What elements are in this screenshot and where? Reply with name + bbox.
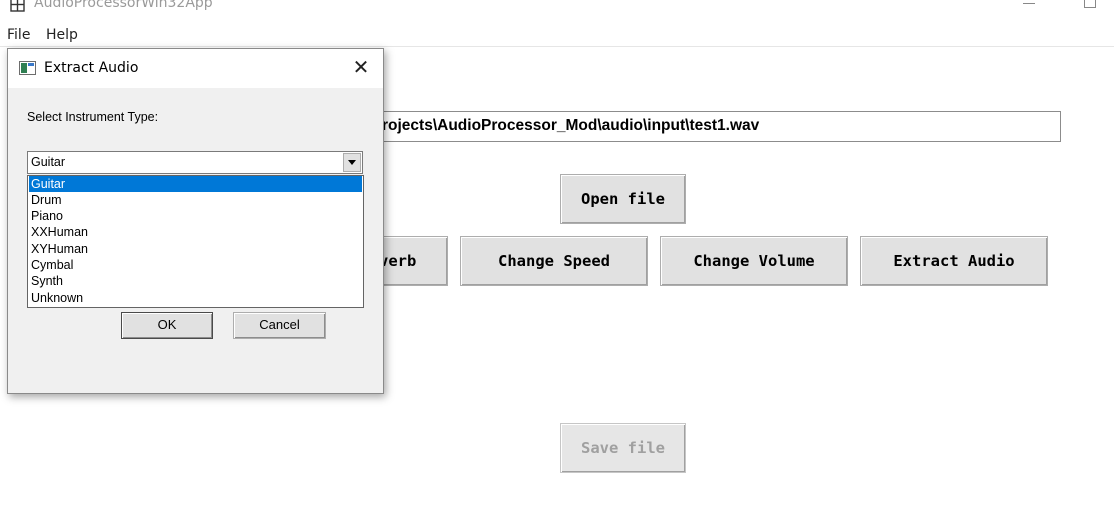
open-file-label: Open file [581,190,665,208]
change-volume-label: Change Volume [693,252,815,270]
ok-button[interactable]: OK [121,312,213,339]
extract-audio-dialog: Extract Audio ✕ Select Instrument Type: … [7,48,384,394]
dialog-title: Extract Audio [44,60,139,76]
change-volume-button[interactable]: Change Volume [660,236,848,286]
instrument-type-combobox[interactable]: Guitar [27,151,363,174]
dropdown-option-xxhuman[interactable]: XXHuman [29,224,362,240]
chevron-down-icon[interactable] [343,153,361,172]
dropdown-option-piano[interactable]: Piano [29,208,362,224]
menu-file[interactable]: File [7,27,30,43]
grid-app-icon [10,0,25,12]
change-speed-button[interactable]: Change Speed [460,236,648,286]
open-file-button[interactable]: Open file [560,174,686,224]
main-titlebar: AudioProcessorWin32App [0,0,1114,22]
dropdown-option-guitar[interactable]: Guitar [29,176,362,192]
dialog-window-icon [19,61,36,75]
extract-audio-label: Extract Audio [893,252,1015,270]
extract-audio-button[interactable]: Extract Audio [860,236,1048,286]
close-icon[interactable]: ✕ [352,57,370,77]
reverb-label: verb [379,252,417,270]
change-speed-label: Change Speed [498,252,610,270]
menu-help[interactable]: Help [46,27,78,43]
window-title: AudioProcessorWin32App [34,0,213,11]
combobox-selected-value: Guitar [31,155,66,169]
menu-bar: File Help [0,26,1114,47]
dropdown-option-drum[interactable]: Drum [29,192,362,208]
dropdown-option-xyhuman[interactable]: XYHuman [29,241,362,257]
save-file-label: Save file [581,439,665,457]
maximize-button[interactable] [1084,0,1096,8]
dropdown-option-synth[interactable]: Synth [29,273,362,289]
dropdown-option-unknown[interactable]: Unknown [29,290,362,306]
cancel-button[interactable]: Cancel [233,312,326,339]
minimize-button[interactable] [1022,0,1038,6]
dialog-titlebar[interactable]: Extract Audio ✕ [8,49,383,88]
instrument-type-label: Select Instrument Type: [27,110,159,124]
dropdown-option-cymbal[interactable]: Cymbal [29,257,362,273]
instrument-dropdown-list: Guitar Drum Piano XXHuman XYHuman Cymbal… [27,175,364,308]
file-path-field[interactable]: rojects\AudioProcessor_Mod\audio\input\t… [373,111,1061,142]
save-file-button: Save file [560,423,686,473]
